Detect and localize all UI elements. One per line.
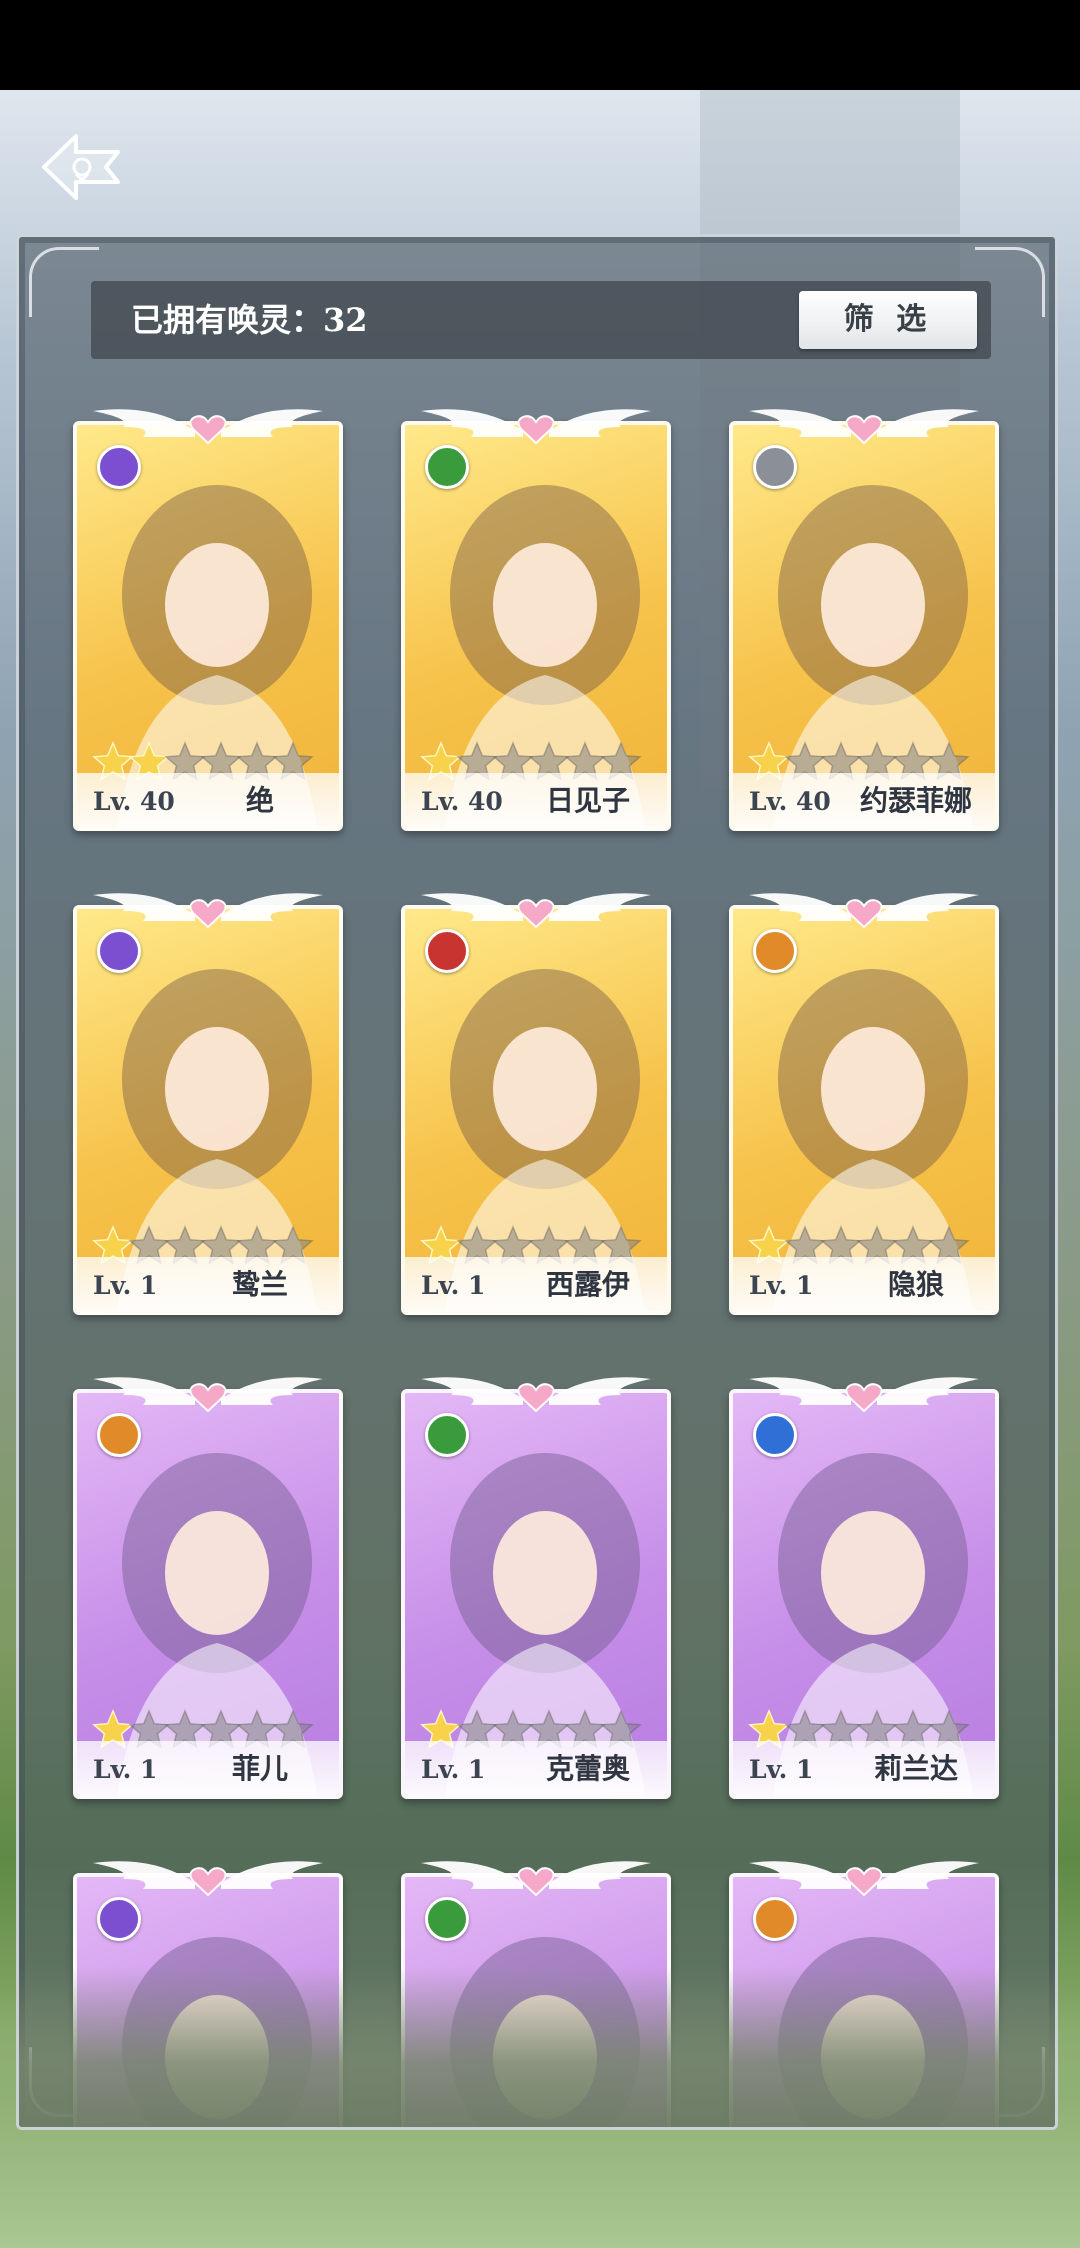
card-frame: Lv. 40 绝 — [73, 421, 343, 831]
character-card[interactable]: Lv. 40 绝 — [67, 397, 349, 837]
character-name: 鸷兰 — [231, 1268, 288, 1301]
card-info-bar: Lv. 1 西露伊 — [405, 1257, 667, 1311]
character-card[interactable]: Lv. 1 鸷兰 — [67, 881, 349, 1321]
character-name: 莉兰达 — [873, 1752, 958, 1785]
card-frame: Lv. 1 鸷兰 — [73, 905, 343, 1315]
character-card[interactable]: Lv. 1 隐狼 — [723, 881, 1005, 1321]
wings-heart-icon — [421, 409, 651, 445]
status-bar — [0, 0, 1080, 90]
character-name: 菲儿 — [231, 1752, 288, 1785]
character-name: 隐狼 — [887, 1268, 944, 1301]
card-info-bar: Lv. 1 隐狼 — [733, 1257, 995, 1311]
character-card[interactable]: Lv. 1 西露伊 — [395, 881, 677, 1321]
character-list-panel: 已拥有唤灵：32 筛 选 Lv. 40 绝 Lv. 40 日见子 Lv. 40 约瑟菲娜 L… — [16, 234, 1058, 2130]
character-level: Lv. 1 — [749, 1271, 814, 1300]
card-frame: Lv. 40 日见子 — [401, 421, 671, 831]
wings-heart-icon — [749, 1377, 979, 1413]
ornament-corner — [29, 247, 99, 317]
card-info-bar: Lv. 1 菲儿 — [77, 1741, 339, 1795]
list-header: 已拥有唤灵：32 筛 选 — [91, 281, 991, 359]
character-card[interactable]: Lv. 1 克蕾奥 — [395, 1365, 677, 1805]
wings-heart-icon — [421, 1377, 651, 1413]
character-name: 绝 — [245, 784, 274, 817]
character-level: Lv. 1 — [421, 1755, 486, 1784]
wings-heart-icon — [749, 1861, 979, 1897]
scroll-fade — [19, 1967, 1055, 2127]
character-card[interactable]: Lv. 40 日见子 — [395, 397, 677, 837]
character-card[interactable]: Lv. 40 约瑟菲娜 — [723, 397, 1005, 837]
wings-heart-icon — [93, 1377, 323, 1413]
character-name: 西露伊 — [545, 1268, 630, 1301]
wings-heart-icon — [93, 409, 323, 445]
character-card[interactable]: Lv. 1 莉兰达 — [723, 1365, 1005, 1805]
character-name: 约瑟菲娜 — [859, 784, 972, 817]
character-level: Lv. 1 — [93, 1755, 158, 1784]
card-frame: Lv. 1 克蕾奥 — [401, 1389, 671, 1799]
character-level: Lv. 40 — [93, 787, 175, 816]
wings-heart-icon — [93, 1861, 323, 1897]
character-level: Lv. 1 — [421, 1271, 486, 1300]
card-frame: Lv. 1 莉兰达 — [729, 1389, 999, 1799]
card-info-bar: Lv. 40 绝 — [77, 773, 339, 827]
wings-heart-icon — [421, 893, 651, 929]
card-frame: Lv. 40 约瑟菲娜 — [729, 421, 999, 831]
wings-heart-icon — [749, 409, 979, 445]
owned-count-label: 已拥有唤灵：32 — [131, 301, 368, 339]
card-info-bar: Lv. 40 约瑟菲娜 — [733, 773, 995, 827]
character-name: 日见子 — [545, 784, 630, 817]
character-level: Lv. 40 — [421, 787, 503, 816]
character-level: Lv. 1 — [749, 1755, 814, 1784]
card-frame: Lv. 1 菲儿 — [73, 1389, 343, 1799]
card-info-bar: Lv. 1 鸷兰 — [77, 1257, 339, 1311]
card-info-bar: Lv. 1 莉兰达 — [733, 1741, 995, 1795]
filter-button[interactable]: 筛 选 — [799, 291, 977, 349]
card-frame: Lv. 1 西露伊 — [401, 905, 671, 1315]
wings-heart-icon — [749, 893, 979, 929]
back-arrow-icon — [42, 134, 120, 200]
character-card[interactable]: Lv. 1 菲儿 — [67, 1365, 349, 1805]
card-frame: Lv. 1 隐狼 — [729, 905, 999, 1315]
card-info-bar: Lv. 40 日见子 — [405, 773, 667, 827]
character-name: 克蕾奥 — [545, 1752, 630, 1785]
character-level: Lv. 1 — [93, 1271, 158, 1300]
wings-heart-icon — [421, 1861, 651, 1897]
back-button[interactable] — [36, 122, 126, 212]
character-level: Lv. 40 — [749, 787, 831, 816]
card-info-bar: Lv. 1 克蕾奥 — [405, 1741, 667, 1795]
wings-heart-icon — [93, 893, 323, 929]
